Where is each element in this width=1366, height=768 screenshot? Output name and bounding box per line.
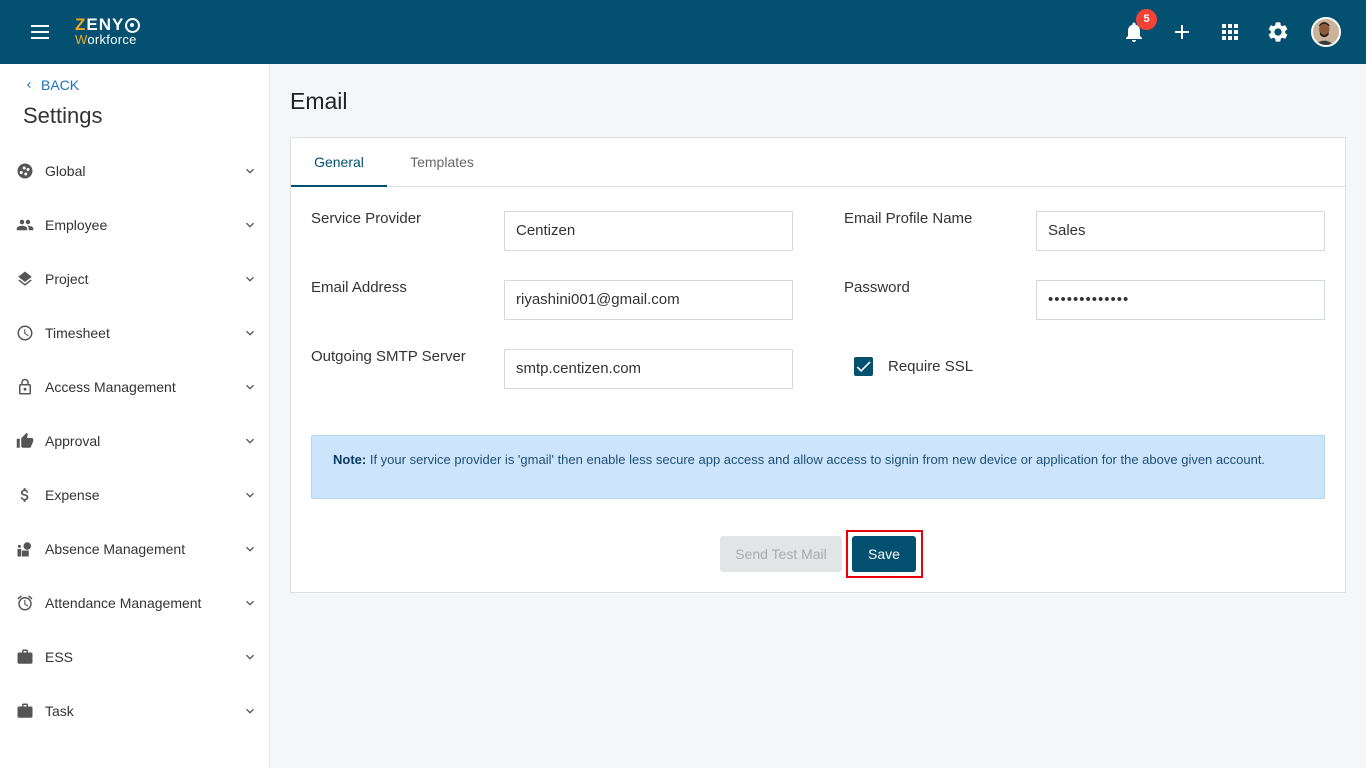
chevron-down-icon xyxy=(242,541,258,557)
logo-letter-w: W xyxy=(75,32,88,47)
sidebar-title: Settings xyxy=(23,103,103,128)
tab-general[interactable]: General xyxy=(291,138,387,187)
logo-text: ENY xyxy=(86,15,125,34)
tab-templates[interactable]: Templates xyxy=(387,138,497,187)
lock-icon xyxy=(16,378,34,396)
avatar-person-icon xyxy=(1313,19,1339,45)
briefcase-icon xyxy=(16,702,34,720)
briefcase-icon xyxy=(16,648,34,666)
password-label: Password xyxy=(844,279,910,296)
logo-subtext: orkforce xyxy=(87,32,137,47)
logo-o-mark xyxy=(125,17,141,33)
sidebar-item-ess[interactable]: ESS xyxy=(0,630,269,684)
app-logo[interactable]: Z ENY Workforce xyxy=(75,15,141,47)
service-provider-label: Service Provider xyxy=(311,210,422,227)
chevron-down-icon xyxy=(242,433,258,449)
sidebar-item-label: Expense xyxy=(45,487,100,503)
user-avatar[interactable] xyxy=(1311,17,1341,47)
send-test-mail-button[interactable]: Send Test Mail xyxy=(720,536,842,572)
sidebar-item-timesheet[interactable]: Timesheet xyxy=(0,306,269,360)
sidebar-item-label: Timesheet xyxy=(45,325,110,341)
chevron-down-icon xyxy=(242,595,258,611)
note-prefix: Note: xyxy=(333,452,367,467)
chevron-down-icon xyxy=(242,325,258,341)
chevron-down-icon xyxy=(242,703,258,719)
sidebar-item-label: Employee xyxy=(45,217,108,233)
sidebar-item-label: Task xyxy=(45,703,74,719)
note-text: If your service provider is 'gmail' then… xyxy=(366,452,1266,467)
apps-grid-icon[interactable] xyxy=(1218,20,1242,44)
dollar-icon xyxy=(16,486,34,504)
top-app-bar: Z ENY Workforce 5 xyxy=(0,0,1366,64)
sidebar-item-label: Approval xyxy=(45,433,101,449)
plus-icon[interactable] xyxy=(1170,20,1194,44)
email-address-label: Email Address xyxy=(311,279,407,296)
chevron-down-icon xyxy=(242,217,258,233)
people-icon xyxy=(16,216,34,234)
sidebar-item-task[interactable]: Task xyxy=(0,684,269,738)
require-ssl-checkbox[interactable] xyxy=(854,357,873,376)
back-link[interactable]: BACK xyxy=(23,77,79,93)
notification-count-badge[interactable]: 5 xyxy=(1136,9,1157,30)
sidebar-item-expense[interactable]: Expense xyxy=(0,468,269,522)
email-profile-name-label: Email Profile Name xyxy=(844,210,973,227)
absence-icon xyxy=(16,540,34,558)
sidebar-item-attendance-management[interactable]: Attendance Management xyxy=(0,576,269,630)
sidebar-item-access-management[interactable]: Access Management xyxy=(0,360,269,414)
sidebar-item-label: Global xyxy=(45,163,86,179)
chevron-down-icon xyxy=(242,271,258,287)
sidebar-item-label: Access Management xyxy=(45,379,176,395)
alarm-icon xyxy=(16,594,34,612)
sidebar-item-label: Attendance Management xyxy=(45,595,202,611)
email-settings-card: General Templates Service Provider Centi… xyxy=(290,137,1346,593)
sidebar-item-absence-management[interactable]: Absence Management xyxy=(0,522,269,576)
sidebar-item-project[interactable]: Project xyxy=(0,252,269,306)
menu-icon[interactable] xyxy=(28,22,52,42)
sidebar-item-approval[interactable]: Approval xyxy=(0,414,269,468)
globe-icon xyxy=(16,162,34,180)
chevron-left-icon xyxy=(27,82,31,88)
page-title: Email xyxy=(290,88,348,114)
sidebar-item-label: Absence Management xyxy=(45,541,186,557)
password-input[interactable]: ••••••••••••• xyxy=(1036,280,1325,320)
sidebar-item-label: ESS xyxy=(45,649,74,665)
tab-bar: General Templates xyxy=(291,138,1345,187)
save-button[interactable]: Save xyxy=(852,536,916,572)
checkmark-icon xyxy=(856,361,871,373)
chevron-down-icon xyxy=(242,379,258,395)
chevron-down-icon xyxy=(242,649,258,665)
gmail-note: Note: If your service provider is 'gmail… xyxy=(311,435,1325,499)
gear-icon[interactable] xyxy=(1266,20,1290,44)
sidebar-item-employee[interactable]: Employee xyxy=(0,198,269,252)
email-address-input[interactable]: riyashini001@gmail.com xyxy=(504,280,793,320)
clock-icon xyxy=(16,324,34,342)
logo-letter-z: Z xyxy=(75,15,87,34)
layers-icon xyxy=(16,270,34,288)
smtp-server-label: Outgoing SMTP Server xyxy=(311,348,466,365)
sidebar-item-label: Project xyxy=(45,271,89,287)
chevron-down-icon xyxy=(242,487,258,503)
settings-sidebar: BACK Settings Global Employee Project Ti… xyxy=(0,64,270,768)
smtp-server-input[interactable]: smtp.centizen.com xyxy=(504,349,793,389)
service-provider-input[interactable]: Centizen xyxy=(504,211,793,251)
back-label: BACK xyxy=(41,77,80,93)
sidebar-item-global[interactable]: Global xyxy=(0,144,269,198)
email-profile-name-input[interactable]: Sales xyxy=(1036,211,1325,251)
require-ssl-label: Require SSL xyxy=(888,358,974,375)
chevron-down-icon xyxy=(242,163,258,179)
thumbs-up-icon xyxy=(16,432,34,450)
